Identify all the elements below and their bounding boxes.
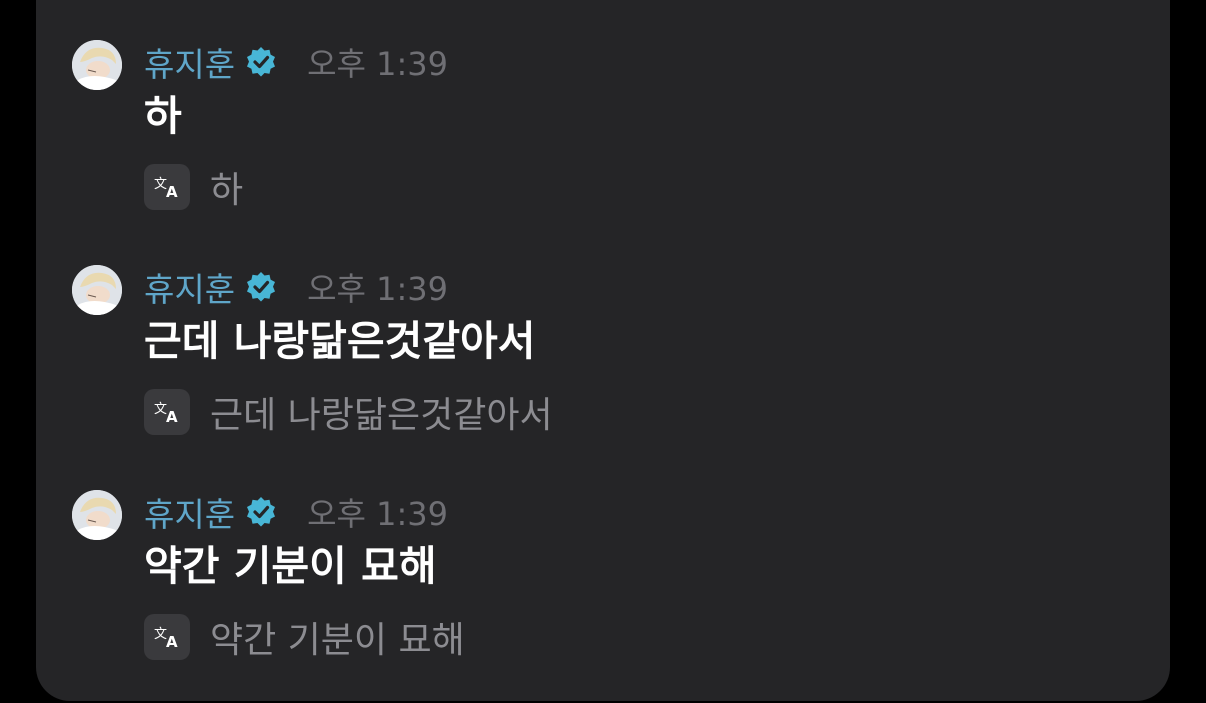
svg-text:A: A (166, 633, 178, 651)
message-time: 오후 1:39 (307, 495, 449, 533)
translate-button[interactable]: 文 A (144, 389, 190, 435)
translate-button[interactable]: 文 A (144, 164, 190, 210)
message-text: 하 (144, 92, 182, 140)
svg-text:A: A (166, 183, 178, 201)
translated-text: 하 (210, 170, 244, 211)
message-header: 휴지훈 오후 1:39 (144, 490, 448, 534)
message-text: 약간 기분이 묘해 (144, 542, 437, 590)
avatar[interactable] (72, 265, 122, 315)
author-name[interactable]: 휴지훈 (144, 38, 235, 86)
translation-row: 文 A 약간 기분이 묘해 (144, 614, 465, 661)
message-item: 휴지훈 오후 1:39 근데 나랑닮은것같아서 文 A 근데 나랑닮은것같아서 (36, 265, 1170, 465)
verified-badge-icon (245, 271, 277, 303)
avatar[interactable] (72, 490, 122, 540)
translate-icon: 文 A (154, 402, 178, 426)
message-item: 휴지훈 오후 1:39 약간 기분이 묘해 文 A 약간 기분이 묘해 (36, 490, 1170, 690)
svg-text:A: A (166, 408, 178, 426)
translate-icon: 文 A (154, 627, 178, 651)
verified-badge-icon (245, 496, 277, 528)
translate-icon: 文 A (154, 177, 178, 201)
avatar[interactable] (72, 40, 122, 90)
message-header: 휴지훈 오후 1:39 (144, 265, 448, 309)
message-text: 근데 나랑닮은것같아서 (144, 317, 536, 365)
author-name[interactable]: 휴지훈 (144, 488, 235, 536)
translation-row: 文 A 하 (144, 164, 244, 211)
message-time: 오후 1:39 (307, 45, 449, 83)
message-header: 휴지훈 오후 1:39 (144, 40, 448, 84)
verified-badge-icon (245, 46, 277, 78)
translated-text: 근데 나랑닮은것같아서 (210, 395, 553, 436)
author-name[interactable]: 휴지훈 (144, 263, 235, 311)
translation-row: 文 A 근데 나랑닮은것같아서 (144, 389, 553, 436)
message-item: 휴지훈 오후 1:39 하 文 A 하 (36, 40, 1170, 240)
translated-text: 약간 기분이 묘해 (210, 620, 465, 661)
chat-card: 휴지훈 오후 1:39 하 文 A 하 휴지훈 오후 1:39 근데 나랑닮은것… (36, 0, 1170, 701)
message-time: 오후 1:39 (307, 270, 449, 308)
translate-button[interactable]: 文 A (144, 614, 190, 660)
